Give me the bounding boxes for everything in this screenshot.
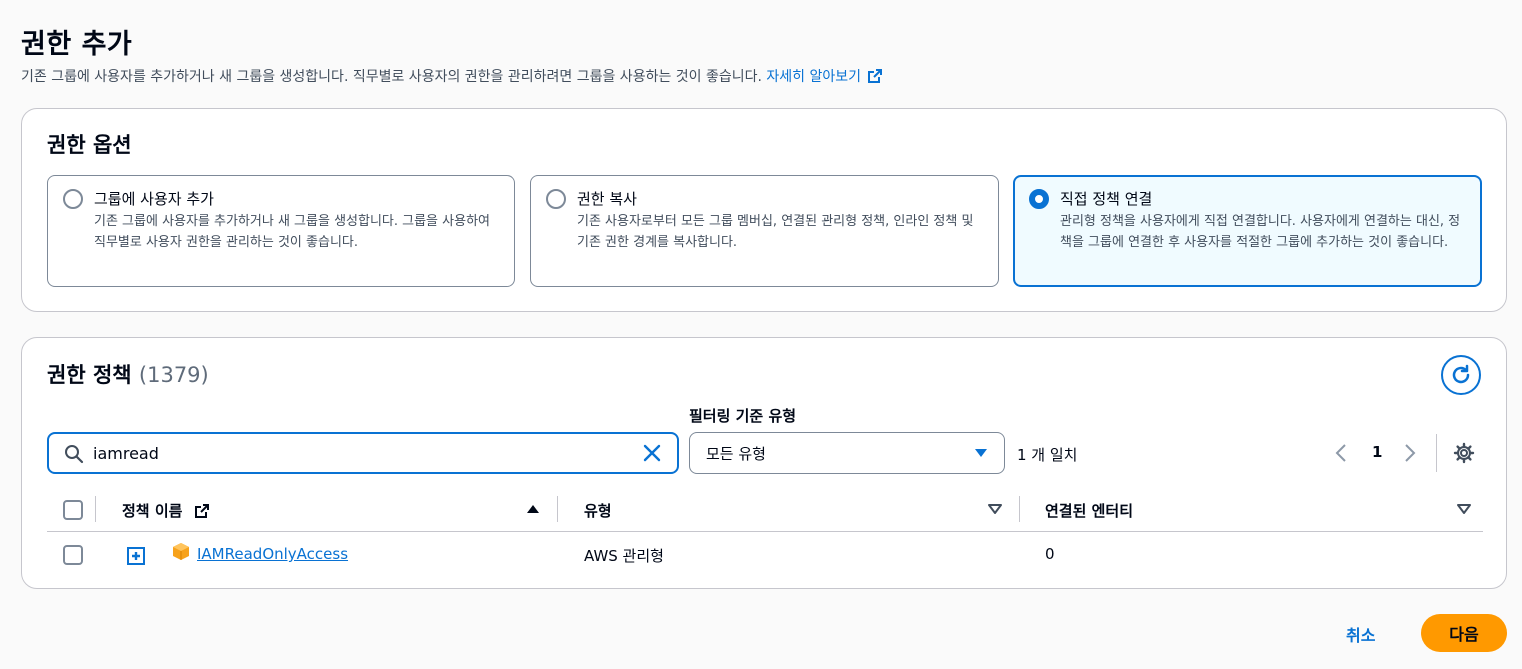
filter-type-select[interactable]: 모든 유형 bbox=[689, 432, 1005, 474]
search-icon bbox=[65, 445, 84, 464]
external-link-icon bbox=[868, 69, 883, 83]
page-description-text: 기존 그룹에 사용자를 추가하거나 새 그룹을 생성합니다. 직무별로 사용자의… bbox=[21, 69, 762, 85]
next-button[interactable]: 다음 bbox=[1421, 614, 1507, 652]
permission-options-panel: 권한 옵션 그룹에 사용자 추가 기존 그룹에 사용자를 추가하거나 새 그룹을… bbox=[21, 108, 1507, 312]
permission-policies-panel: 권한 정책 (1379) 필터링 기준 유형 모든 유형 1 개 일치 1 정책… bbox=[21, 337, 1507, 589]
refresh-button[interactable] bbox=[1441, 355, 1481, 395]
match-count: 1 개 일치 bbox=[1017, 446, 1078, 464]
option-title: 권한 복사 bbox=[577, 190, 637, 208]
option-copy-permissions[interactable]: 권한 복사 기존 사용자로부터 모든 그룹 멤버십, 연결된 관리형 정책, 인… bbox=[530, 175, 999, 287]
policies-count: (1379) bbox=[138, 363, 209, 387]
radio-add-to-group[interactable] bbox=[63, 189, 83, 209]
column-policy-name-label: 정책 이름 bbox=[122, 502, 183, 520]
learn-more-link[interactable]: 자세히 알아보기 bbox=[766, 69, 883, 85]
search-input[interactable] bbox=[93, 441, 633, 465]
chevron-right-icon[interactable] bbox=[1403, 442, 1417, 464]
filter-type-value: 모든 유형 bbox=[706, 445, 766, 463]
select-all-checkbox[interactable] bbox=[63, 500, 83, 520]
page-description: 기존 그룹에 사용자를 추가하거나 새 그룹을 생성합니다. 직무별로 사용자의… bbox=[21, 66, 883, 86]
table-row: IAMReadOnlyAccess AWS 관리형 0 bbox=[47, 532, 1483, 578]
sort-icon[interactable] bbox=[988, 504, 1002, 514]
option-description: 기존 그룹에 사용자를 추가하거나 새 그룹을 생성합니다. 그룹을 사용하여 … bbox=[94, 214, 490, 250]
column-type[interactable]: 유형 bbox=[584, 500, 612, 521]
row-checkbox[interactable] bbox=[63, 545, 83, 565]
option-add-to-group[interactable]: 그룹에 사용자 추가 기존 그룹에 사용자를 추가하거나 새 그룹을 생성합니다… bbox=[47, 175, 515, 287]
pager-divider bbox=[1436, 434, 1437, 472]
column-divider bbox=[95, 496, 96, 522]
filter-type-label: 필터링 기준 유형 bbox=[689, 407, 797, 425]
learn-more-label: 자세히 알아보기 bbox=[766, 69, 862, 85]
option-description: 기존 사용자로부터 모든 그룹 멤버십, 연결된 관리형 정책, 인라인 정책 … bbox=[577, 214, 974, 250]
option-attach-policies[interactable]: 직접 정책 연결 관리형 정책을 사용자에게 직접 연결합니다. 사용자에게 연… bbox=[1013, 175, 1482, 287]
policy-search[interactable] bbox=[47, 432, 679, 474]
aws-managed-policy-icon bbox=[173, 543, 189, 560]
radio-attach-policies[interactable] bbox=[1029, 189, 1049, 209]
page-title: 권한 추가 bbox=[21, 29, 133, 60]
option-title: 직접 정책 연결 bbox=[1060, 190, 1153, 208]
policies-title-text: 권한 정책 bbox=[47, 363, 132, 387]
expand-icon[interactable] bbox=[127, 547, 145, 565]
radio-copy-permissions[interactable] bbox=[546, 189, 566, 209]
policy-name-link[interactable]: IAMReadOnlyAccess bbox=[197, 545, 348, 563]
sort-ascending-icon[interactable] bbox=[526, 504, 540, 514]
cancel-button[interactable]: 취소 bbox=[1346, 622, 1375, 646]
refresh-icon bbox=[1452, 364, 1470, 384]
option-title: 그룹에 사용자 추가 bbox=[94, 190, 214, 208]
policy-type: AWS 관리형 bbox=[584, 547, 664, 565]
column-divider bbox=[557, 496, 558, 522]
policies-title: 권한 정책 (1379) bbox=[47, 359, 209, 389]
option-description: 관리형 정책을 사용자에게 직접 연결합니다. 사용자에게 연결하는 대신, 정… bbox=[1060, 214, 1461, 250]
sort-icon[interactable] bbox=[1457, 504, 1471, 514]
clear-icon[interactable] bbox=[642, 443, 662, 463]
caret-down-icon bbox=[975, 449, 987, 457]
column-divider bbox=[1019, 496, 1020, 522]
table-header: 정책 이름 유형 연결된 엔터티 bbox=[47, 488, 1483, 532]
column-policy-name[interactable]: 정책 이름 bbox=[122, 500, 210, 521]
chevron-left-icon[interactable] bbox=[1334, 442, 1348, 464]
external-link-icon bbox=[194, 504, 209, 518]
page-number[interactable]: 1 bbox=[1372, 443, 1382, 461]
permission-options-title: 권한 옵션 bbox=[47, 133, 132, 157]
column-attached-entities[interactable]: 연결된 엔터티 bbox=[1045, 500, 1133, 521]
gear-icon[interactable] bbox=[1453, 442, 1475, 464]
attached-entities-count: 0 bbox=[1045, 545, 1055, 563]
